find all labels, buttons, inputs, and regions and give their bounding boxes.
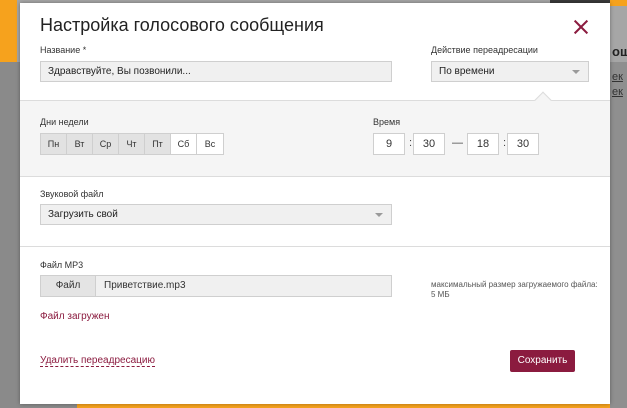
sound-file-value: Загрузить свой (48, 209, 118, 220)
weekday-toggle[interactable]: Вс (197, 134, 223, 154)
divider (20, 100, 610, 101)
time-to-hours[interactable]: 18 (467, 133, 499, 155)
chevron-down-icon (572, 70, 580, 74)
name-input[interactable]: Здравствуйте, Вы позвонили... (40, 61, 392, 82)
time-to-minutes[interactable]: 30 (507, 133, 539, 155)
redirect-action-value: По времени (439, 66, 495, 77)
divider (20, 246, 610, 247)
background-link-fragment[interactable]: ек (612, 86, 623, 98)
mp3-label: Файл MP3 (40, 260, 84, 270)
time-from-hours[interactable]: 9 (373, 133, 405, 155)
time-from-minutes[interactable]: 30 (413, 133, 445, 155)
weekday-toggle[interactable]: Чт (119, 134, 145, 154)
weekday-toggle[interactable]: Вт (67, 134, 93, 154)
time-colon: : (409, 137, 413, 149)
weekday-toggle[interactable]: Пт (145, 134, 171, 154)
weekday-toggle[interactable]: Сб (171, 134, 197, 154)
weekday-toggle[interactable]: Ср (93, 134, 119, 154)
file-size-hint: максимальный размер загружаемого файла: … (431, 280, 598, 299)
time-colon: : (503, 137, 507, 149)
time-dash: — (452, 137, 463, 149)
dialog-title: Настройка голосового сообщения (40, 15, 324, 35)
file-choose-button[interactable]: Файл (40, 275, 96, 297)
name-label: Название * (40, 45, 87, 55)
voice-message-dialog: Настройка голосового сообщения Название … (20, 3, 610, 404)
divider (20, 176, 610, 177)
chevron-down-icon (375, 213, 383, 217)
save-button[interactable]: Сохранить (510, 350, 575, 372)
background-heading-fragment: ощ (612, 44, 627, 59)
redirect-action-select[interactable]: По времени (431, 61, 589, 82)
background-content (610, 62, 627, 408)
background-orange-accent-right (610, 0, 627, 6)
weekday-selector: Пн Вт Ср Чт Пт Сб Вс (40, 133, 224, 155)
background-orange-accent (0, 0, 17, 62)
background-link-fragment[interactable]: ек (612, 71, 623, 83)
sound-file-select[interactable]: Загрузить свой (40, 204, 392, 225)
close-icon[interactable] (572, 18, 590, 36)
file-name-field: Приветствие.mp3 (95, 275, 392, 297)
sound-file-label: Звуковой файл (40, 189, 104, 199)
file-upload-status: Файл загружен (40, 311, 110, 322)
weekday-toggle[interactable]: Пн (41, 134, 67, 154)
time-label: Время (373, 117, 401, 127)
redirect-action-label: Действие переадресации (431, 45, 538, 55)
delete-redirect-link[interactable]: Удалить переадресацию (40, 355, 155, 367)
days-label: Дни недели (40, 117, 89, 127)
